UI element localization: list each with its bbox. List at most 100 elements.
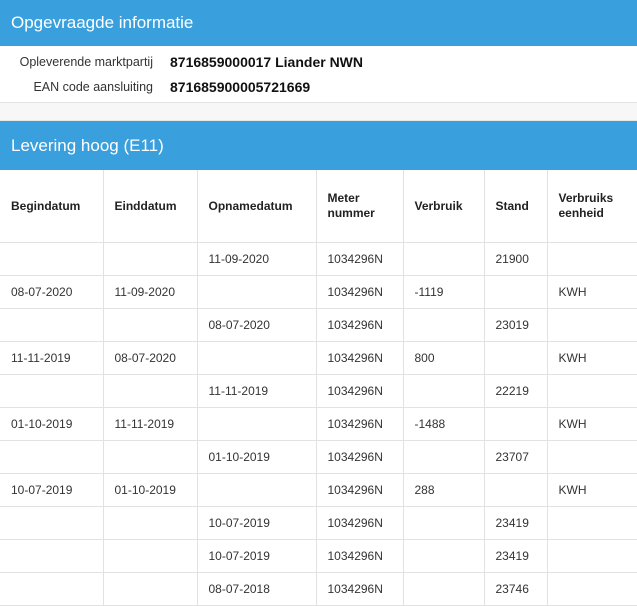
column-meter-nummer-header: Meter nummer (316, 170, 404, 243)
info-label: EAN code aansluiting (33, 79, 153, 94)
section-title-delivery-high: Levering hoog (E11) (0, 121, 637, 170)
table-body: 11-09-2020 1034296N 21900 08-07-2020 11-09-2… (0, 242, 637, 606)
column-opnamedatum-cell (197, 473, 317, 507)
table-row: 01-10-2019 1034296N 23707 (0, 440, 637, 474)
column-einddatum-cell: 08-07-2020 (103, 341, 198, 375)
column-opnamedatum-cell (197, 407, 317, 441)
column-begindatum-cell (0, 506, 104, 540)
column-meter-nummer-cell: 1034296N (316, 572, 404, 606)
column-begindatum-cell: 10-07-2019 (0, 473, 104, 507)
column-opnamedatum-cell: 01-10-2019 (197, 440, 317, 474)
table-header-row: Begindatum Einddatum Opnamedatum Meter numm… (0, 170, 637, 243)
column-stand-header: Stand (484, 170, 548, 243)
column-verbruiks-eenheid-cell (547, 242, 637, 276)
column-opnamedatum-cell: 11-09-2020 (197, 242, 317, 276)
column-verbruiks-eenheid-cell: KWH (547, 275, 637, 309)
column-einddatum-cell: 11-09-2020 (103, 275, 198, 309)
column-stand-cell: 22219 (484, 374, 548, 408)
column-stand-cell: 21900 (484, 242, 548, 276)
info-value: 8716859000017 Liander NWN (170, 53, 363, 70)
column-begindatum-cell (0, 572, 104, 606)
column-verbruiks-eenheid-header: Verbruiks eenheid (547, 170, 637, 243)
column-meter-nummer-cell: 1034296N (316, 308, 404, 342)
column-einddatum-cell (103, 374, 198, 408)
column-verbruiks-eenheid-cell (547, 440, 637, 474)
column-einddatum-cell (103, 572, 198, 606)
column-meter-nummer-cell: 1034296N (316, 374, 404, 408)
table-row: 10-07-2019 01-10-2019 1034296N 288 KWH (0, 473, 637, 507)
table-row: 11-09-2020 1034296N 21900 (0, 242, 637, 276)
section-divider (0, 103, 637, 121)
column-verbruik-cell (403, 374, 485, 408)
info-row-ean-code: EAN code aansluiting 871685900005721669 (0, 74, 637, 99)
column-opnamedatum-header: Opnamedatum (197, 170, 317, 243)
table-row: 01-10-2019 11-11-2019 1034296N -1488 KWH (0, 407, 637, 441)
column-einddatum-cell: 01-10-2019 (103, 473, 198, 507)
column-verbruik-cell (403, 242, 485, 276)
column-begindatum-cell (0, 374, 104, 408)
column-stand-cell: 23746 (484, 572, 548, 606)
column-verbruiks-eenheid-cell (547, 374, 637, 408)
column-meter-nummer-cell: 1034296N (316, 440, 404, 474)
column-meter-nummer-cell: 1034296N (316, 473, 404, 507)
table-row: 08-07-2020 11-09-2020 1034296N -1119 KWH (0, 275, 637, 309)
column-stand-cell (484, 341, 548, 375)
column-verbruik-cell (403, 506, 485, 540)
column-opnamedatum-cell: 10-07-2019 (197, 539, 317, 573)
column-verbruik-cell (403, 572, 485, 606)
column-verbruik-cell: -1119 (403, 275, 485, 309)
column-einddatum-cell (103, 308, 198, 342)
column-stand-cell (484, 407, 548, 441)
column-begindatum-cell: 01-10-2019 (0, 407, 104, 441)
column-verbruiks-eenheid-cell: KWH (547, 473, 637, 507)
column-opnamedatum-cell: 08-07-2020 (197, 308, 317, 342)
column-meter-nummer-cell: 1034296N (316, 539, 404, 573)
column-meter-nummer-cell: 1034296N (316, 506, 404, 540)
column-stand-cell (484, 473, 548, 507)
column-begindatum-cell: 08-07-2020 (0, 275, 104, 309)
section-title-requested-info: Opgevraagde informatie (0, 0, 637, 46)
column-verbruik-cell (403, 308, 485, 342)
table-row: 10-07-2019 1034296N 23419 (0, 539, 637, 573)
column-einddatum-cell (103, 539, 198, 573)
column-verbruiks-eenheid-cell (547, 539, 637, 573)
column-verbruik-cell: 800 (403, 341, 485, 375)
info-panel: Opleverende marktpartij 8716859000017 Li… (0, 46, 637, 103)
column-stand-cell: 23019 (484, 308, 548, 342)
column-stand-cell: 23419 (484, 506, 548, 540)
column-einddatum-cell (103, 506, 198, 540)
column-stand-cell: 23707 (484, 440, 548, 474)
column-begindatum-cell (0, 308, 104, 342)
column-einddatum-cell (103, 242, 198, 276)
column-stand-cell: 23419 (484, 539, 548, 573)
table-row: 10-07-2019 1034296N 23419 (0, 506, 637, 540)
column-verbruiks-eenheid-cell: KWH (547, 341, 637, 375)
column-verbruik-cell: -1488 (403, 407, 485, 441)
column-verbruiks-eenheid-cell (547, 572, 637, 606)
column-verbruik-cell (403, 539, 485, 573)
column-opnamedatum-cell: 08-07-2018 (197, 572, 317, 606)
column-begindatum-cell (0, 440, 104, 474)
info-label: Opleverende marktpartij (19, 54, 153, 69)
column-begindatum-cell: 11-11-2019 (0, 341, 104, 375)
column-verbruik-header: Verbruik (403, 170, 485, 243)
column-opnamedatum-cell: 11-11-2019 (197, 374, 317, 408)
column-einddatum-header: Einddatum (103, 170, 198, 243)
column-verbruik-cell: 288 (403, 473, 485, 507)
column-meter-nummer-cell: 1034296N (316, 407, 404, 441)
column-opnamedatum-cell (197, 275, 317, 309)
column-opnamedatum-cell (197, 341, 317, 375)
column-opnamedatum-cell: 10-07-2019 (197, 506, 317, 540)
table-row: 08-07-2020 1034296N 23019 (0, 308, 637, 342)
table-row: 08-07-2018 1034296N 23746 (0, 572, 637, 606)
column-begindatum-cell (0, 242, 104, 276)
column-meter-nummer-cell: 1034296N (316, 341, 404, 375)
meter-readings-table: Begindatum Einddatum Opnamedatum Meter numm… (0, 170, 637, 606)
column-einddatum-cell (103, 440, 198, 474)
info-value: 871685900005721669 (170, 78, 311, 95)
column-begindatum-header: Begindatum (0, 170, 104, 243)
column-verbruiks-eenheid-cell (547, 506, 637, 540)
column-meter-nummer-cell: 1034296N (316, 275, 404, 309)
table-row: 11-11-2019 08-07-2020 1034296N 800 KWH (0, 341, 637, 375)
column-verbruik-cell (403, 440, 485, 474)
